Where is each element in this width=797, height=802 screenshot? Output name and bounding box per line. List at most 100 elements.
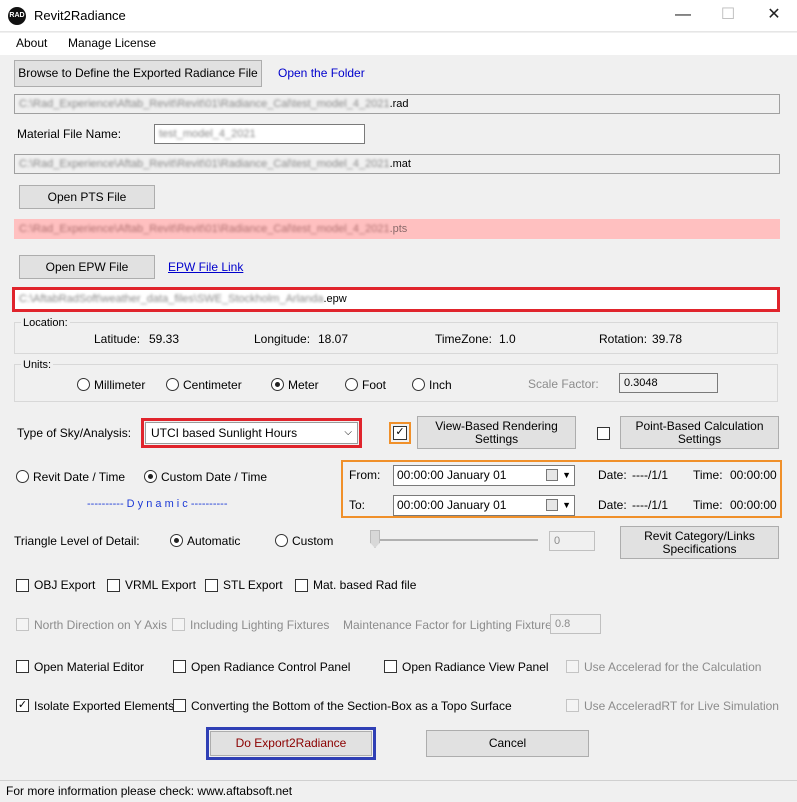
- control-panel-checkbox[interactable]: [173, 660, 186, 673]
- vrml-export-checkbox[interactable]: [107, 579, 120, 592]
- open-pts-button[interactable]: Open PTS File: [19, 185, 155, 209]
- north-direction-checkbox[interactable]: [16, 618, 29, 631]
- radio-custom-date[interactable]: [144, 470, 157, 483]
- epw-file-link[interactable]: EPW File Link: [168, 260, 243, 274]
- from-time-value: 00:00:00: [730, 468, 777, 482]
- material-name-input[interactable]: test_model_4_2021: [154, 124, 365, 144]
- mat-rad-label: Mat. based Rad file: [313, 578, 417, 592]
- point-based-settings-button[interactable]: Point-Based Calculation Settings: [620, 416, 779, 449]
- rotation-label: Rotation:: [599, 332, 648, 346]
- radio-millimeter[interactable]: [77, 378, 90, 391]
- detail-slider-thumb[interactable]: [370, 530, 380, 548]
- to-time-value: 00:00:00: [730, 498, 777, 512]
- longitude-value: 18.07: [318, 332, 349, 346]
- menu-about[interactable]: About: [16, 36, 47, 50]
- point-based-checkbox[interactable]: [597, 427, 610, 440]
- pts-path-ext: .pts: [389, 223, 408, 235]
- acceleradrt-checkbox[interactable]: [566, 699, 579, 712]
- view-based-checkbox[interactable]: ✓: [393, 426, 407, 440]
- cancel-button[interactable]: Cancel: [426, 730, 589, 757]
- detail-slider-track[interactable]: [372, 539, 538, 541]
- obj-export-checkbox[interactable]: [16, 579, 29, 592]
- to-date-value: ----/1/1: [632, 498, 668, 512]
- epw-path-field: C:\AftabRadSoft\weather_data_files\SWE_S…: [12, 287, 780, 312]
- mat-rad-checkbox[interactable]: [295, 579, 308, 592]
- sky-type-label: Type of Sky/Analysis:: [17, 426, 132, 440]
- rad-path-ext: .rad: [389, 98, 409, 110]
- open-folder-link[interactable]: Open the Folder: [278, 66, 365, 80]
- do-export-button[interactable]: Do Export2Radiance: [210, 731, 372, 756]
- material-label: Material File Name:: [17, 127, 122, 141]
- app-logo-icon: RAD: [8, 7, 26, 25]
- label-custom-detail: Custom: [292, 534, 334, 548]
- north-direction-label: North Direction on Y Axis: [34, 618, 167, 632]
- radio-meter[interactable]: [271, 378, 284, 391]
- radio-revit-date[interactable]: [16, 470, 29, 483]
- dropdown-arrow-icon: ▼: [562, 470, 571, 480]
- label-centimeter: Centimeter: [183, 378, 242, 392]
- radio-custom-detail[interactable]: [275, 534, 288, 547]
- triangle-detail-label: Triangle Level of Detail:: [14, 534, 140, 548]
- scale-factor-label: Scale Factor:: [528, 377, 599, 391]
- isolate-elements-checkbox[interactable]: ✓: [16, 699, 29, 712]
- mat-path-blurred: C:\Rad_Experience\Aftab_Revit\Revit\01\R…: [19, 158, 390, 170]
- mat-path-ext: .mat: [389, 158, 411, 170]
- radio-foot[interactable]: [345, 378, 358, 391]
- material-name-value: test_model_4_2021: [159, 128, 256, 140]
- maximize-button[interactable]: ☐: [705, 0, 751, 32]
- vrml-export-label: VRML Export: [125, 578, 196, 592]
- from-datetime-value: 00:00:00 January 01: [397, 468, 507, 482]
- to-time-label: Time:: [693, 498, 723, 512]
- radio-centimeter[interactable]: [166, 378, 179, 391]
- rotation-value: 39.78: [652, 332, 683, 346]
- to-date-label: Date:: [598, 498, 627, 512]
- status-text: For more information please check: www.a…: [6, 784, 293, 798]
- from-date-label: Date:: [598, 468, 627, 482]
- from-label: From:: [349, 468, 381, 482]
- units-group-label: Units:: [21, 359, 54, 371]
- maintenance-factor-input[interactable]: 0.8: [550, 614, 601, 634]
- view-panel-label: Open Radiance View Panel: [402, 660, 549, 674]
- from-date-value: ----/1/1: [632, 468, 668, 482]
- radio-inch[interactable]: [412, 378, 425, 391]
- stl-export-label: STL Export: [223, 578, 283, 592]
- latitude-value: 59.33: [149, 332, 180, 346]
- open-epw-button[interactable]: Open EPW File: [19, 255, 155, 279]
- isolate-elements-label: Isolate Exported Elements: [34, 699, 175, 713]
- to-datetime-picker[interactable]: 00:00:00 January 01 ▼: [393, 495, 575, 516]
- rad-path-field: C:\Rad_Experience\Aftab_Revit\Revit\01\R…: [14, 94, 780, 114]
- sky-type-value: UTCI based Sunlight Hours: [151, 426, 298, 440]
- topo-surface-checkbox[interactable]: [173, 699, 186, 712]
- longitude-label: Longitude:: [254, 332, 311, 346]
- minimize-button[interactable]: —: [660, 0, 706, 32]
- menu-manage-license[interactable]: Manage License: [68, 36, 156, 50]
- stl-export-checkbox[interactable]: [205, 579, 218, 592]
- epw-path-ext: .epw: [323, 293, 347, 305]
- rad-path-blurred: C:\Rad_Experience\Aftab_Revit\Revit\01\R…: [19, 98, 390, 110]
- category-links-button[interactable]: Revit Category/Links Specifications: [620, 526, 779, 559]
- radio-automatic[interactable]: [170, 534, 183, 547]
- accelerad-label: Use Accelerad for the Calculation: [584, 660, 762, 674]
- maintenance-factor-label: Maintenance Factor for Lighting Fixtures…: [343, 618, 562, 632]
- lighting-fixtures-checkbox[interactable]: [172, 618, 185, 631]
- view-panel-checkbox[interactable]: [384, 660, 397, 673]
- view-based-settings-button[interactable]: View-Based Rendering Settings: [417, 416, 576, 449]
- chevron-down-icon: ⌵: [344, 427, 352, 438]
- mat-path-field: C:\Rad_Experience\Aftab_Revit\Revit\01\R…: [14, 154, 780, 174]
- material-editor-label: Open Material Editor: [34, 660, 145, 674]
- timezone-value: 1.0: [499, 332, 516, 346]
- scale-factor-input[interactable]: 0.3048: [619, 373, 718, 393]
- label-meter: Meter: [288, 378, 319, 392]
- close-button[interactable]: ✕: [751, 0, 797, 32]
- material-editor-checkbox[interactable]: [16, 660, 29, 673]
- window-title: Revit2Radiance: [34, 8, 126, 23]
- from-datetime-picker[interactable]: 00:00:00 January 01 ▼: [393, 465, 575, 486]
- dropdown-arrow-icon: ▼: [562, 500, 571, 510]
- accelerad-checkbox[interactable]: [566, 660, 579, 673]
- detail-value-input[interactable]: 0: [549, 531, 595, 551]
- timezone-label: TimeZone:: [435, 332, 492, 346]
- pts-path-blurred: C:\Rad_Experience\Aftab_Revit\Revit\01\R…: [19, 223, 390, 235]
- browse-rad-button[interactable]: Browse to Define the Exported Radiance F…: [14, 60, 262, 87]
- sky-type-select[interactable]: UTCI based Sunlight Hours ⌵: [145, 422, 358, 444]
- label-custom-date: Custom Date / Time: [161, 470, 268, 484]
